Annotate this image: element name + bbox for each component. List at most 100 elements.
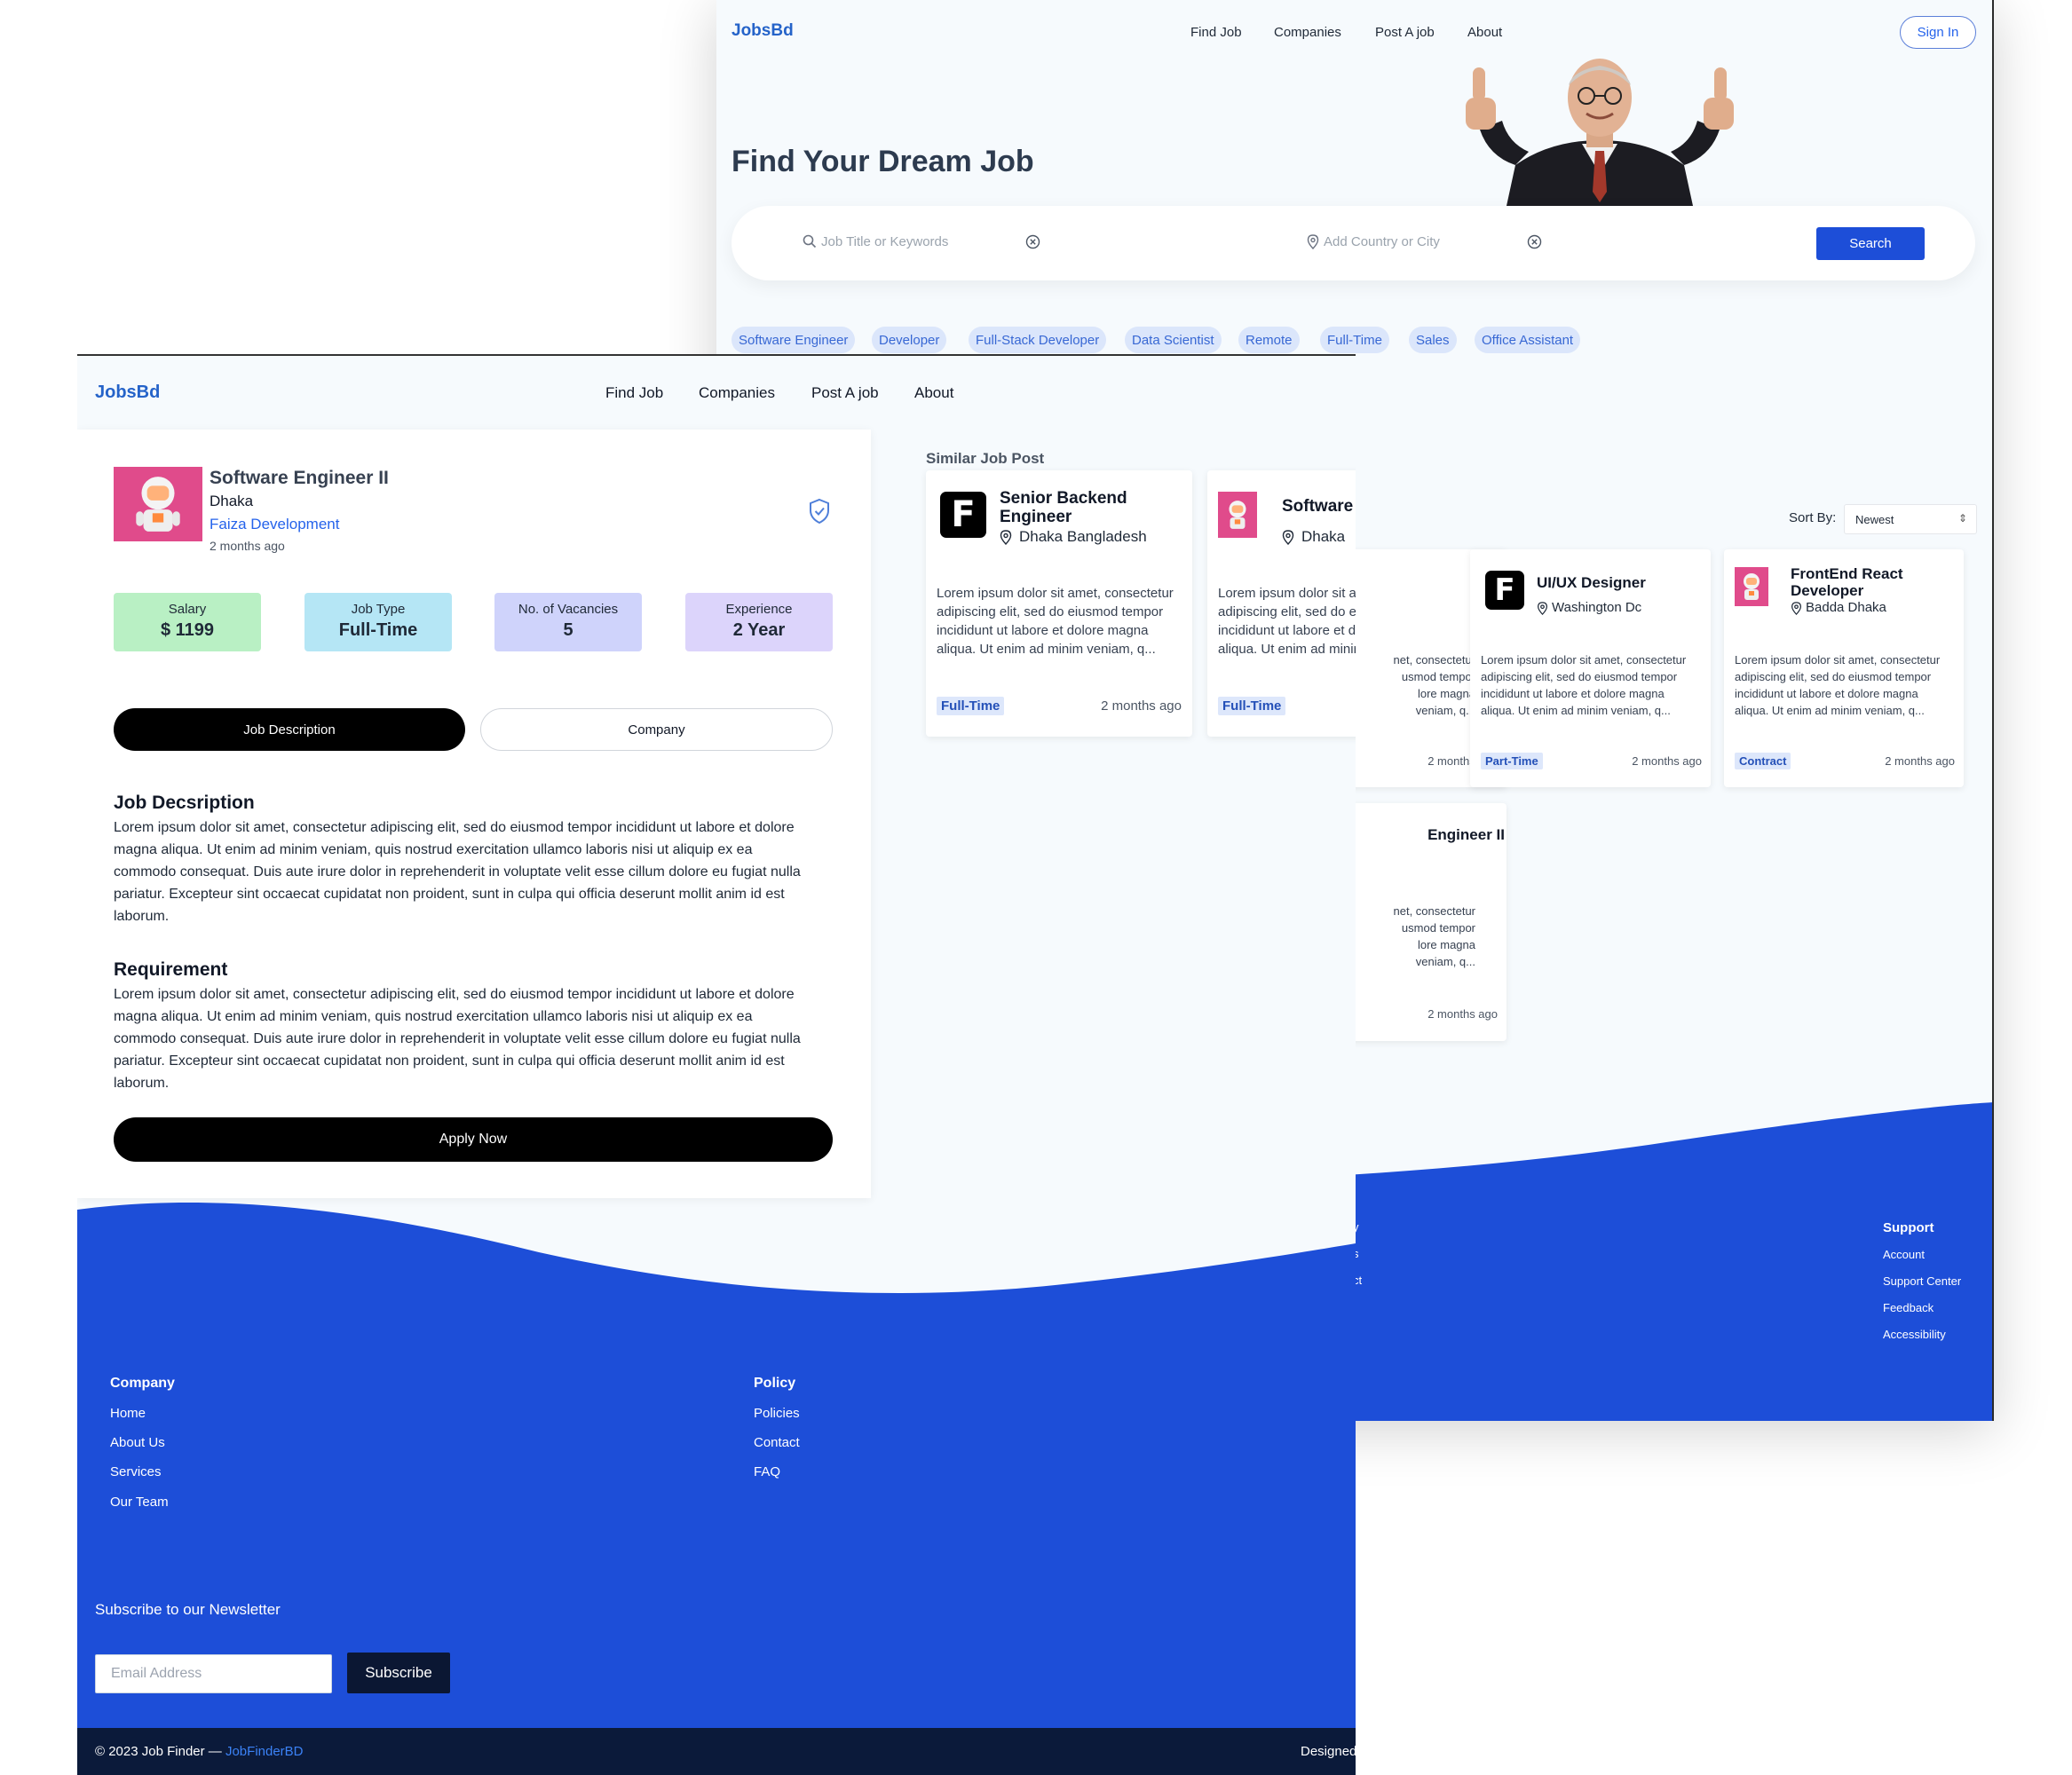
tag-remote[interactable]: Remote [1238,327,1300,353]
tag-full-stack-developer[interactable]: Full-Stack Developer [969,327,1107,353]
job-card-posted: 2 months ago [1885,754,1955,768]
requirement-heading: Requirement [114,959,228,980]
job-type-badge: Full-Time [937,697,1005,715]
nav-companies[interactable]: Companies [1274,25,1341,40]
search-button[interactable]: Search [1816,227,1925,260]
footer-link-support-center[interactable]: Support Center [1883,1274,1961,1288]
sort-label: Sort By: [1789,510,1837,525]
copyright-text: © 2023 Job Finder — JobFinderBD [95,1744,304,1759]
job-card-location: Badda Dhaka [1806,600,1886,615]
email-field[interactable]: Email Address [95,1654,332,1693]
job-card-title-line2: Engineer [1000,508,1072,526]
job-description-text: Lorem ipsum dolor sit amet, consectetur … [114,820,801,924]
stat-experience: Experience 2 Year [685,593,833,651]
f-logo-icon: F [1485,571,1524,610]
stat-value: $ 1199 [160,620,215,640]
job-card[interactable]: FrontEnd React Developer Badda Dhaka Lor… [1724,549,1964,787]
newsletter-heading: Subscribe to our Newsletter [95,1601,281,1618]
job-card-title: FrontEnd React [1791,565,1903,582]
job-card-title: UI/UX Designer [1537,574,1646,591]
footer-link-feedback[interactable]: Feedback [1883,1301,1934,1314]
footer-link-services[interactable]: Services [110,1464,162,1479]
job-card-location: Dhaka Bangladesh [1019,528,1147,545]
job-card-title-line2: Developer [1791,582,1864,599]
job-title: Software Engineer II [210,468,389,488]
hero-title: Find Your Dream Job [732,145,1034,178]
astronaut-avatar-icon [1735,567,1768,606]
footer-bottom-bar: © 2023 Job Finder — JobFinderBD Designed [77,1728,1356,1775]
job-card-description: Lorem ipsum dolor sit amet, consectetur a… [1481,653,1687,717]
footer-link-faq[interactable]: FAQ [754,1464,780,1479]
location-input[interactable]: Add Country or City [1324,234,1440,249]
designed-by-text: Designed [1301,1744,1356,1759]
job-card-description: Lorem ipsum dolor sit amet, consectetur a… [1735,653,1941,717]
footer-link-about-us[interactable]: About Us [110,1435,165,1450]
job-card-location: Washington Dc [1552,600,1642,615]
stat-label: Job Type [351,602,406,617]
tag-developer[interactable]: Developer [872,327,947,353]
keyword-input[interactable]: Job Title or Keywords [821,234,948,249]
location-pin-icon [1537,602,1548,619]
job-card[interactable]: F UI/UX Designer Washington Dc Lorem ips… [1470,549,1711,787]
hero-businessman-image [1453,59,1746,206]
sign-in-button[interactable]: Sign In [1900,16,1976,49]
stage: JobsBd Find Job Companies Post A job Abo… [0,0,2072,1775]
stat-label: No. of Vacancies [518,602,619,617]
apply-now-button[interactable]: Apply Now [114,1117,833,1162]
nav-post-job[interactable]: Post A job [1375,25,1435,40]
requirement-text: Lorem ipsum dolor sit amet, consectetur … [114,987,801,1091]
job-detail-page: JobsBd Find Job Companies Post A job Abo… [77,354,1356,1775]
similar-job-card[interactable]: F Senior Backend Engineer Dhaka Banglade… [926,470,1192,737]
location-pin-icon [1000,530,1012,549]
brand-logo[interactable]: JobsBd [95,383,160,403]
shield-check-icon[interactable] [808,498,831,529]
footer-link-accessibility[interactable]: Accessibility [1883,1328,1946,1341]
nav-about[interactable]: About [914,384,953,402]
subscribe-button[interactable]: Subscribe [347,1653,450,1693]
job-search-bar: Job Title or Keywords Add Country or Cit… [732,206,1975,280]
footer-link-our-team[interactable]: Our Team [110,1495,169,1510]
tag-full-time[interactable]: Full-Time [1320,327,1389,353]
clear-circle-icon[interactable] [1025,234,1040,254]
job-card-location: Dhaka [1301,528,1346,545]
astronaut-avatar-icon [1218,492,1257,538]
stat-salary: Salary $ 1199 [114,593,261,651]
clear-circle-icon[interactable] [1527,234,1542,254]
stat-value: Full-Time [338,620,418,640]
stat-vacancies: No. of Vacancies 5 [494,593,642,651]
astronaut-avatar-icon [114,467,202,541]
sort-value: Newest [1855,512,1894,526]
tag-software-engineer[interactable]: Software Engineer [732,327,856,353]
job-card-title: Senior Backend [1000,489,1127,508]
job-type-badge: Full-Time [1218,697,1286,715]
nav-about[interactable]: About [1467,25,1502,40]
job-card-description: Lorem ipsum dolor sit a adipiscing elit, … [1218,586,1356,657]
tag-sales[interactable]: Sales [1409,327,1457,353]
similar-job-card[interactable]: Software Dhaka Lorem ipsum dolor sit a ad… [1207,470,1356,737]
stat-label: Salary [168,602,207,617]
job-card-posted: 2 months ago [1427,1007,1498,1021]
company-link[interactable]: Faiza Development [210,516,339,533]
copyright-link[interactable]: JobFinderBD [225,1744,304,1759]
location-pin-icon [1307,234,1319,254]
footer-link-account[interactable]: Account [1883,1248,1925,1261]
footer-company-heading: Company [110,1376,175,1391]
tab-job-description[interactable]: Job Description [114,708,465,751]
stat-value: 2 Year [732,620,786,640]
brand-logo[interactable]: JobsBd [732,21,794,41]
footer-link-home[interactable]: Home [110,1406,146,1421]
footer-support-heading: Support [1883,1220,1934,1235]
job-type-badge: Contract [1735,753,1791,769]
nav-find-job[interactable]: Find Job [1190,25,1242,40]
tag-office-assistant[interactable]: Office Assistant [1475,327,1581,353]
nav-post-job[interactable]: Post A job [811,384,879,402]
job-card-description: Lorem ipsum dolor sit amet, consectetur a… [937,586,1174,657]
sort-select[interactable]: Newest ⇕ [1844,504,1977,534]
footer-link-contact[interactable]: Contact [754,1435,800,1450]
tab-company[interactable]: Company [480,708,833,751]
footer-link-policies[interactable]: Policies [754,1406,800,1421]
tag-data-scientist[interactable]: Data Scientist [1125,327,1222,353]
nav-find-job[interactable]: Find Job [605,384,663,402]
nav-companies[interactable]: Companies [699,384,775,402]
job-card-posted: 2 months ago [1101,698,1182,714]
